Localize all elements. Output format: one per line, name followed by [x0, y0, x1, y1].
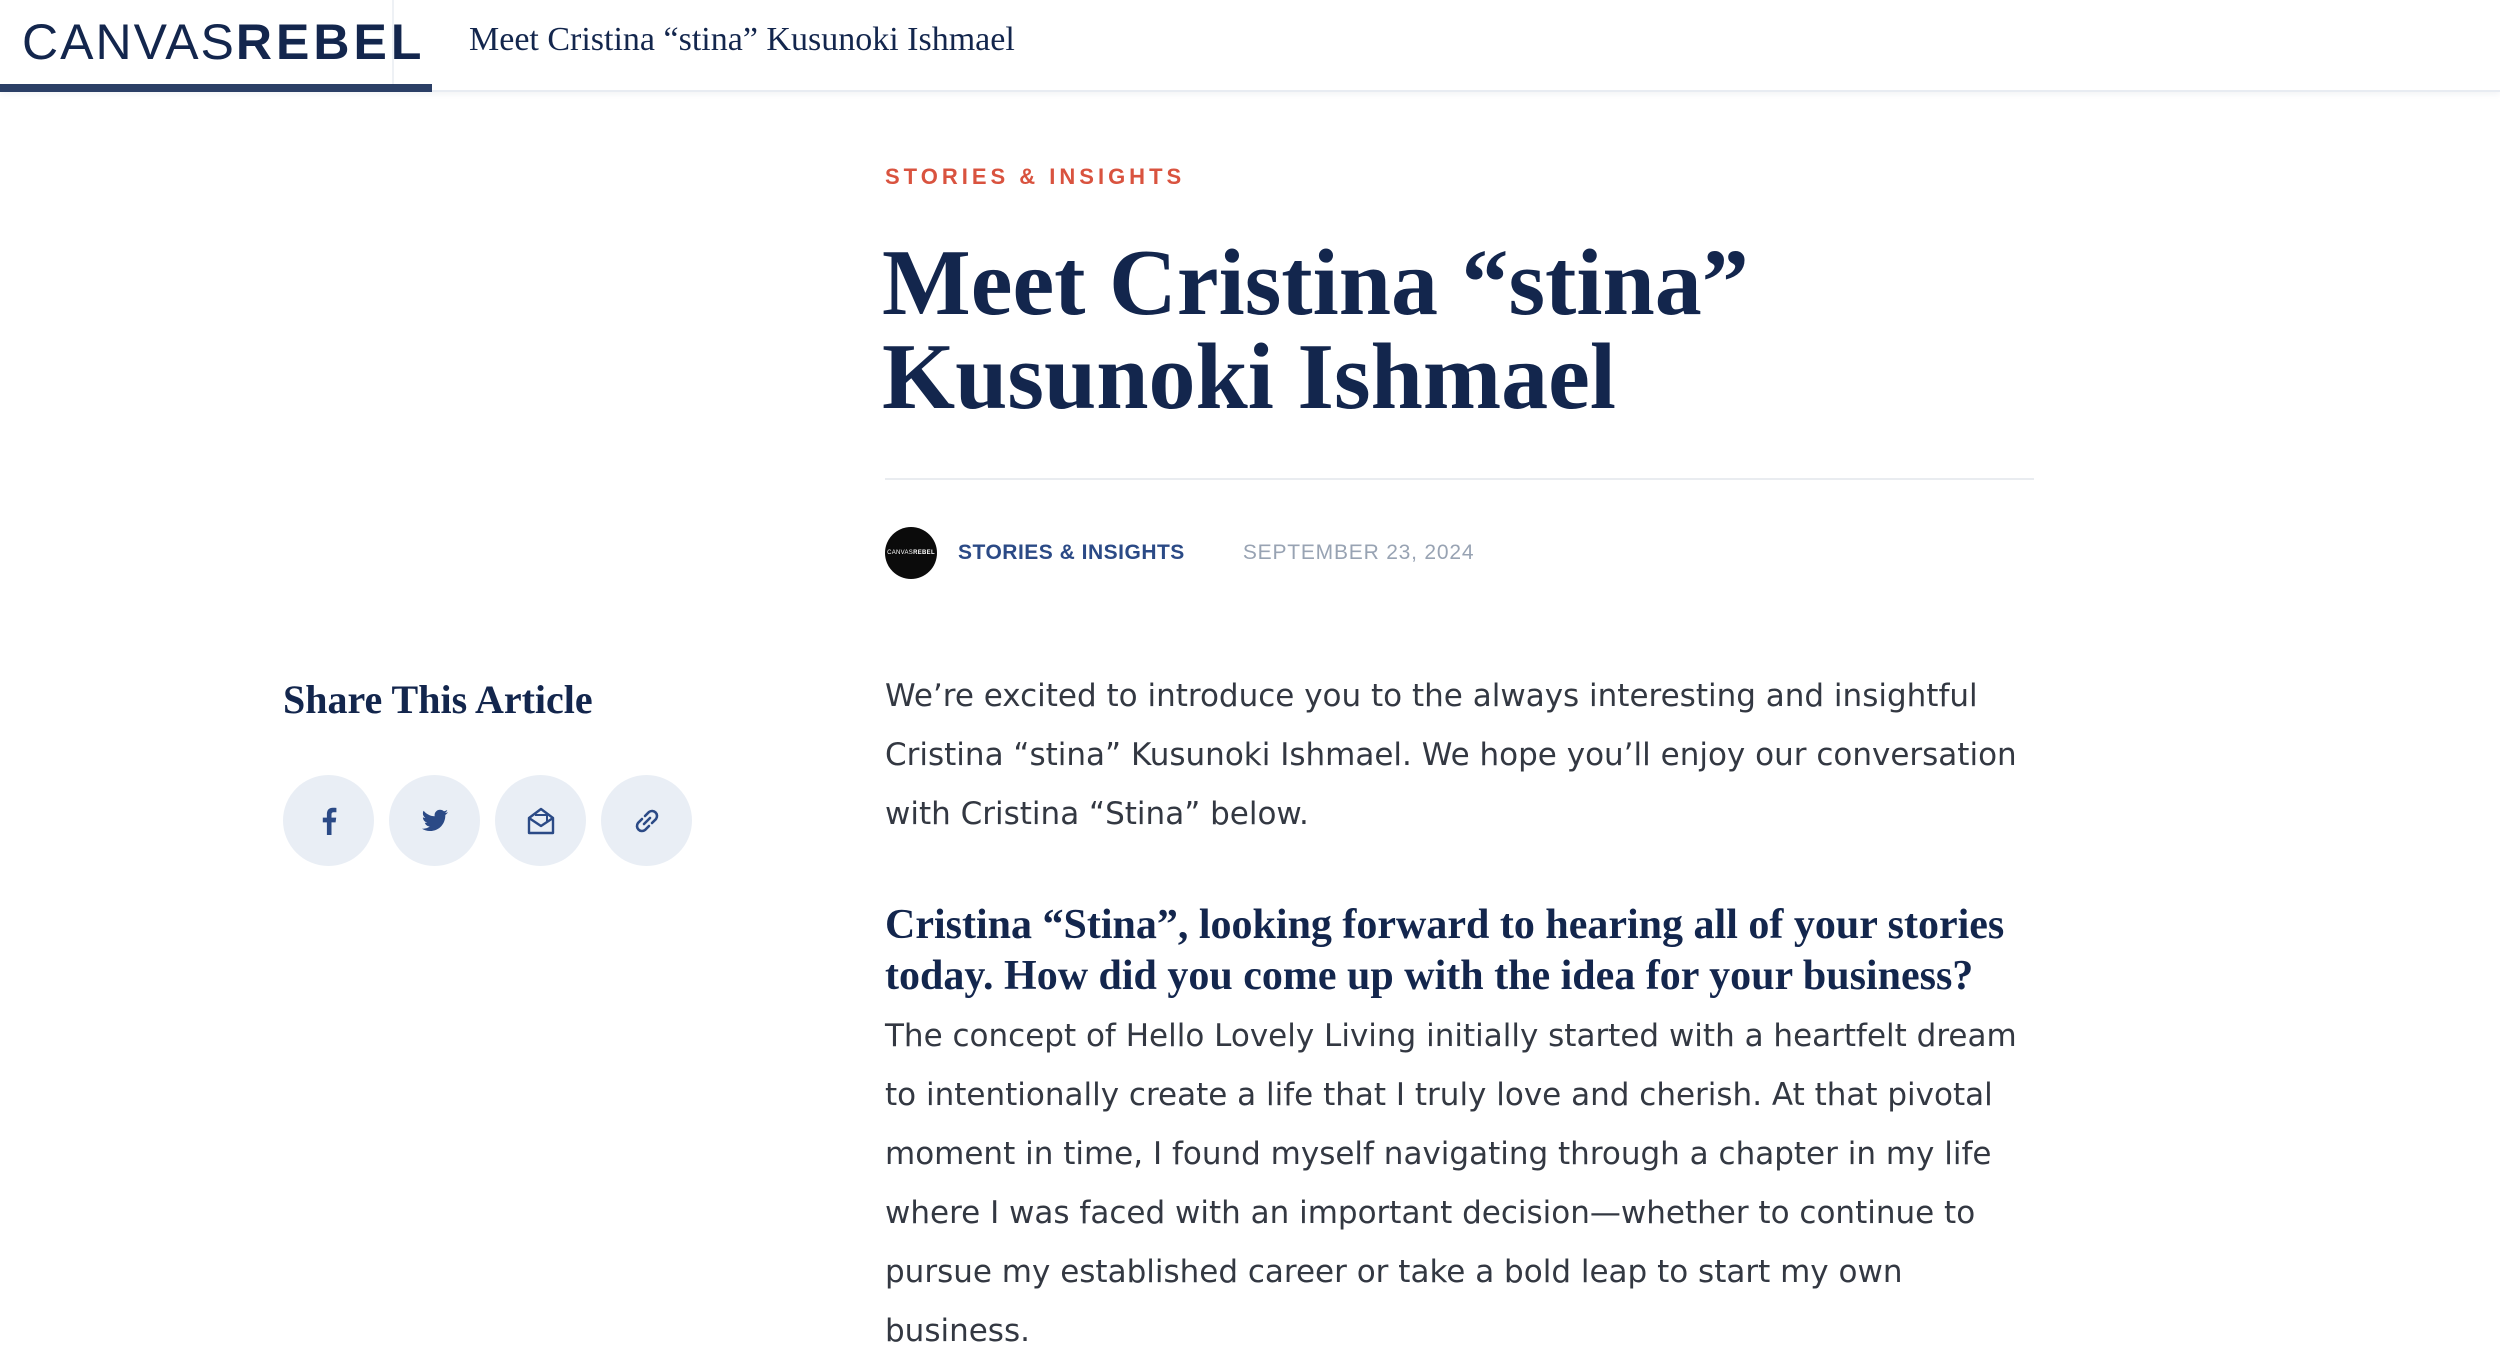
share-facebook-button[interactable] [283, 775, 374, 866]
logo-text-bold: REBEL [235, 14, 426, 70]
logo-text-light: CANVAS [22, 14, 236, 70]
reading-progress-bar [0, 84, 432, 92]
share-twitter-button[interactable] [389, 775, 480, 866]
author-link[interactable]: STORIES & INSIGHTS [958, 541, 1185, 565]
share-buttons [283, 775, 692, 866]
facebook-icon [321, 807, 337, 835]
interview-answer: The concept of Hello Lovely Living initi… [885, 1018, 2017, 1349]
share-email-button[interactable] [495, 775, 586, 866]
share-heading: Share This Article [283, 677, 593, 722]
title-divider [885, 478, 2034, 480]
header-article-title: Meet Cristina “stina” Kusunoki Ishmael [469, 21, 1015, 58]
article-title: Meet Cristina “stina” Kusunoki Ishmael [882, 231, 1749, 429]
logo-area: CANVASREBEL [0, 0, 432, 92]
avatar-logo-light: CANVAS [887, 550, 914, 556]
publish-date: SEPTEMBER 23, 2024 [1242, 541, 1475, 564]
interview-question: Cristina “Stina”, looking forward to hea… [885, 902, 2005, 999]
byline: CANVASREBEL STORIES & INSIGHTS SEPTEMBER… [885, 527, 1474, 579]
twitter-icon [421, 809, 449, 833]
site-header: CANVASREBEL Meet Cristina “stina” Kusuno… [0, 0, 2500, 92]
article-intro: We’re excited to introduce you to the al… [885, 678, 2017, 832]
email-icon [526, 807, 556, 835]
copy-link-button[interactable] [601, 775, 692, 866]
avatar-logo-bold: REBEL [913, 550, 935, 556]
link-icon [631, 805, 663, 837]
site-logo[interactable]: CANVASREBEL [22, 12, 425, 72]
author-avatar[interactable]: CANVASREBEL [885, 527, 937, 579]
header-divider [392, 0, 394, 84]
avatar-logo-text: CANVASREBEL [887, 550, 935, 556]
article-category-link[interactable]: STORIES & INSIGHTS [885, 164, 1185, 190]
